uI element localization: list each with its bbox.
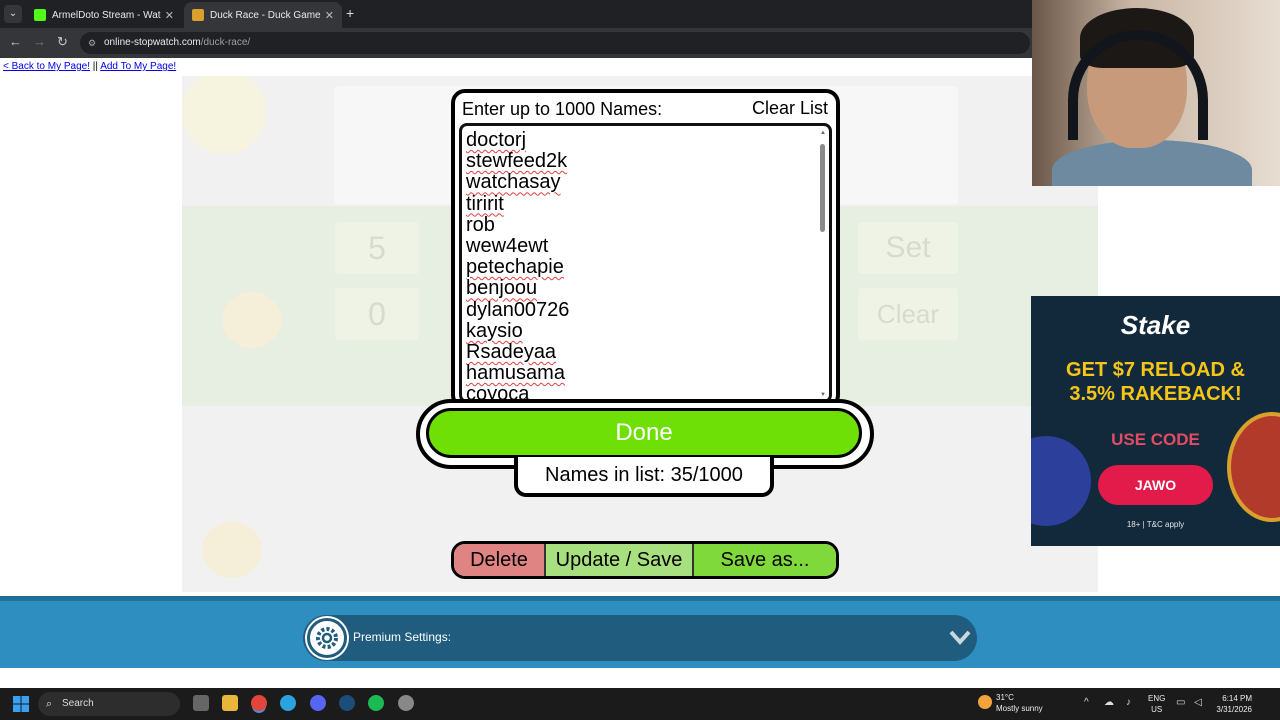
ad-brand-logo: Stake (1120, 310, 1191, 340)
stake-advertisement[interactable]: Stake GET $7 RELOAD & 3.5% RAKEBACK! USE… (1031, 296, 1280, 546)
name-entry: dylan00726 (466, 298, 570, 321)
volume-icon[interactable]: ◁ (1194, 697, 1202, 708)
duck-favicon-icon (192, 9, 204, 21)
name-entry: stewfeed2k (466, 150, 568, 173)
scrollbar-thumb[interactable] (820, 144, 825, 232)
taskbar-search-placeholder: Search (62, 698, 94, 709)
premium-settings-band: Premium Settings: (0, 596, 1280, 668)
faded-clear-button: Clear (858, 288, 958, 340)
list-actions: Delete Update / Save Save as... (451, 541, 839, 579)
ad-headline: GET $7 RELOAD & 3.5% RAKEBACK! (1031, 358, 1280, 406)
screen: ⌄ ArmelDoto Stream - Watch Live ✕ Duck R… (0, 0, 1280, 720)
new-tab-button[interactable]: + (346, 5, 354, 21)
ad-code-button[interactable]: JAWO (1098, 465, 1213, 505)
reload-icon[interactable]: ↻ (57, 34, 68, 50)
back-arrow-icon[interactable]: ← (9, 34, 22, 49)
search-icon: ⌕ (46, 698, 53, 710)
site-info-icon[interactable]: ⚙ (88, 32, 96, 54)
update-save-button[interactable]: Update / Save (546, 544, 694, 576)
names-dialog-heading: Enter up to 1000 Names: (462, 99, 663, 119)
back-to-my-page-link[interactable]: < Back to My Page! (3, 61, 90, 72)
faded-digit-cell: 0 (335, 288, 419, 340)
weather-widget[interactable]: 31°C Mostly sunny (978, 692, 1043, 714)
scroll-up-arrow-icon[interactable]: ▲ (819, 130, 827, 136)
done-button[interactable]: Done (426, 408, 862, 458)
ad-headline-line2: 3.5% RAKEBACK! (1069, 383, 1242, 405)
scroll-down-arrow-icon[interactable]: ▼ (819, 392, 827, 398)
clear-list-button[interactable]: Clear List (752, 98, 828, 119)
webcam-overlay (1032, 0, 1280, 186)
names-list: doctorj stewfeed2k watchasay tiririt rob… (466, 129, 570, 400)
taskbar-clock[interactable]: 6:14 PM 3/31/2026 (1212, 693, 1252, 715)
name-entry: wew4ewt (466, 235, 549, 258)
delete-button[interactable]: Delete (454, 544, 546, 576)
tab-close-icon[interactable]: ✕ (325, 9, 334, 22)
name-entry: tiririt (466, 192, 504, 215)
names-textarea[interactable]: doctorj stewfeed2k watchasay tiririt rob… (459, 123, 832, 403)
gear-icon (307, 618, 347, 658)
network-icon[interactable]: ▭ (1176, 697, 1185, 708)
link-separator: || (90, 61, 101, 72)
ad-use-code-label: USE CODE (1111, 430, 1200, 449)
name-entry: benjoou (466, 277, 538, 300)
chevron-down-icon (949, 627, 971, 652)
tab-close-icon[interactable]: ✕ (165, 9, 174, 22)
names-count: Names in list: 35/1000 (514, 457, 774, 497)
weather-condition: Mostly sunny (996, 704, 1043, 713)
names-dialog: Enter up to 1000 Names: Clear List docto… (451, 89, 840, 409)
faded-duck-icon (222, 292, 282, 348)
name-entry: watchasay (466, 171, 561, 194)
steam-icon[interactable] (339, 695, 355, 711)
ad-terms: 18+ | T&C apply (1126, 520, 1185, 529)
taskbar-search[interactable]: ⌕ Search (38, 692, 180, 716)
onedrive-icon[interactable]: ☁ (1104, 697, 1114, 708)
telegram-icon[interactable] (280, 695, 296, 711)
discord-icon[interactable] (310, 695, 326, 711)
language-indicator[interactable]: ENG US (1148, 693, 1165, 715)
weather-temperature: 31°C (996, 693, 1014, 702)
windows-start-icon[interactable] (13, 696, 29, 717)
name-entry: doctorj (466, 129, 527, 151)
name-entry: petechapie (466, 256, 564, 279)
tab-stream[interactable]: ArmelDoto Stream - Watch Live ✕ (26, 2, 182, 28)
task-view-icon[interactable] (193, 695, 209, 711)
file-explorer-icon[interactable] (222, 695, 238, 711)
tray-overflow-icon[interactable]: ^ (1084, 697, 1089, 708)
name-entry: kaysio (466, 319, 523, 342)
tab-duck-race[interactable]: Duck Race - Duck Games ✕ (184, 2, 342, 28)
tab-title: Duck Race - Duck Games (210, 9, 321, 21)
clock-time: 6:14 PM (1222, 694, 1252, 703)
add-to-my-page-link[interactable]: Add To My Page! (100, 61, 176, 72)
region-code: US (1151, 705, 1163, 714)
spotify-icon[interactable] (368, 695, 384, 711)
faded-sun-shape (182, 76, 266, 154)
clock-date: 3/31/2026 (1216, 705, 1252, 714)
premium-settings-label: Premium Settings: (353, 630, 452, 644)
tab-title: ArmelDoto Stream - Watch Live (52, 9, 161, 21)
forward-arrow-icon[interactable]: → (33, 34, 46, 49)
url-path: /duck-race/ (200, 37, 251, 48)
name-entry: rob (466, 213, 495, 236)
sun-icon (978, 695, 992, 709)
top-links: < Back to My Page! || Add To My Page! (3, 61, 176, 72)
name-entry: Rsadeyaa (466, 341, 557, 364)
faded-digit-cell: 5 (335, 222, 419, 274)
app-icon[interactable] (398, 695, 414, 711)
url-host: online-stopwatch.com (104, 37, 201, 48)
faded-set-button: Set (858, 222, 958, 274)
address-bar[interactable]: ⚙ online-stopwatch.com/duck-race/ (80, 32, 1030, 54)
premium-settings-toggle[interactable]: Premium Settings: (303, 615, 977, 661)
chrome-icon[interactable] (251, 695, 267, 711)
faded-duck-icon (202, 522, 262, 578)
ad-headline-line1: GET $7 RELOAD & (1066, 359, 1245, 381)
save-as-button[interactable]: Save as... (694, 544, 836, 576)
names-scrollbar[interactable]: ▲ ▼ (819, 130, 827, 398)
language-code: ENG (1148, 694, 1166, 703)
kick-favicon-icon (34, 9, 46, 21)
tab-search-button[interactable]: ⌄ (4, 5, 22, 23)
name-entry: hamusama (466, 362, 565, 385)
windows-taskbar: ⌕ Search 31°C Mostly sunny ^ ☁ ♪ ENG US … (0, 688, 1280, 720)
roulette-wheel-graphic (1227, 412, 1280, 522)
microphone-icon[interactable]: ♪ (1126, 697, 1131, 708)
